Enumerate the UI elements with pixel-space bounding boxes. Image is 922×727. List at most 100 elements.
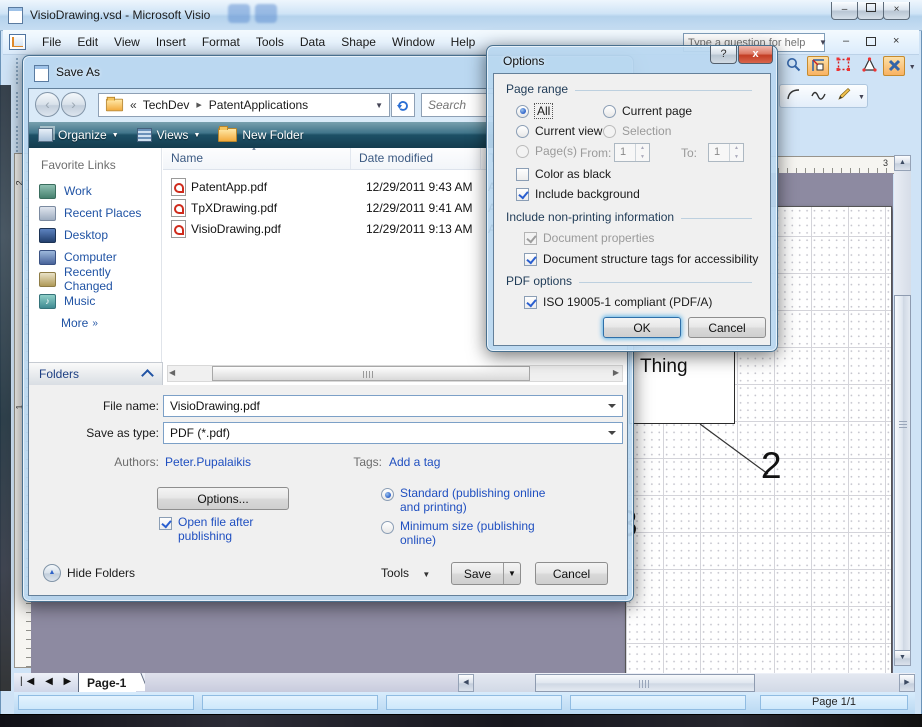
forward-button[interactable]: › <box>61 92 86 117</box>
menu-tools[interactable]: Tools <box>248 32 292 52</box>
current-page-radio[interactable] <box>603 105 616 118</box>
minimum-radio-row[interactable]: Minimum size (publishing online) <box>381 519 550 547</box>
minimize-button[interactable]: – <box>831 2 858 20</box>
restore-button[interactable] <box>857 2 884 20</box>
breadcrumb-separator-icon[interactable]: ▶ <box>196 101 201 109</box>
open-after-checkbox-row[interactable]: Open file after publishing <box>159 515 290 543</box>
ok-button[interactable]: OK <box>603 317 681 338</box>
menu-insert[interactable]: Insert <box>148 32 194 52</box>
save-cancel-button[interactable]: Cancel <box>535 562 608 585</box>
vertical-scroll-thumb[interactable] <box>894 295 911 651</box>
column-header-name[interactable]: Name ▲ <box>163 148 351 169</box>
list-horizontal-scrollbar[interactable]: ◀ ▶ <box>167 365 623 382</box>
thing-shape[interactable]: Thing <box>629 350 735 424</box>
close-button[interactable]: × <box>883 2 910 20</box>
selection-net-tool-icon[interactable] <box>833 56 855 76</box>
refresh-button[interactable] <box>391 93 415 117</box>
address-dropdown-icon[interactable]: ▼ <box>375 101 383 110</box>
doc-restore-icon[interactable] <box>866 37 876 49</box>
menu-window[interactable]: Window <box>384 32 443 52</box>
menu-file[interactable]: File <box>34 32 69 52</box>
list-scroll-thumb[interactable] <box>212 366 530 381</box>
sidebar-item-music[interactable]: ♪ Music <box>29 290 161 312</box>
views-button[interactable]: Views ▼ <box>128 122 210 148</box>
document-structure-checkbox[interactable] <box>524 253 537 266</box>
file-name-dropdown-icon[interactable] <box>608 404 616 412</box>
hide-folders-collapse-icon[interactable]: ▲ <box>43 564 61 582</box>
back-button[interactable]: ‹ <box>35 92 60 117</box>
arc-tool-icon[interactable] <box>782 86 804 106</box>
current-page-radio-row[interactable]: Current page <box>603 104 692 118</box>
file-name-combo[interactable] <box>163 395 623 417</box>
sidebar-item-recently-changed[interactable]: Recently Changed <box>29 268 161 290</box>
help-dropdown-icon[interactable]: ▼ <box>819 38 827 47</box>
to-up-icon[interactable]: ▲ <box>730 144 743 153</box>
ink-overflow-icon[interactable]: ▼ <box>858 94 865 101</box>
vertical-scrollbar[interactable]: ▲ ▼ <box>894 155 911 666</box>
include-background-row[interactable]: Include background <box>516 187 640 201</box>
authors-value-link[interactable]: Peter.Pupalaikis <box>165 455 251 469</box>
new-folder-button[interactable]: New Folder <box>209 122 312 148</box>
pencil-tool-icon[interactable] <box>833 86 855 106</box>
menu-format[interactable]: Format <box>194 32 248 52</box>
menu-help[interactable]: Help <box>443 32 484 52</box>
scroll-up-icon[interactable]: ▲ <box>894 155 911 171</box>
folders-expander[interactable]: Folders <box>29 362 163 385</box>
doc-close-icon[interactable]: × <box>893 35 899 47</box>
iso-compliant-checkbox[interactable] <box>524 296 537 309</box>
save-button[interactable]: Save <box>452 563 503 584</box>
from-spinner[interactable]: 1 ▲▼ <box>614 143 650 162</box>
document-structure-row[interactable]: Document structure tags for accessibilit… <box>524 252 758 266</box>
menu-shape[interactable]: Shape <box>333 32 384 52</box>
breadcrumb-techdev[interactable]: TechDev <box>143 98 190 112</box>
scroll-left-icon[interactable]: ◀ <box>458 674 474 692</box>
list-scroll-left-icon[interactable]: ◀ <box>169 368 175 377</box>
current-view-radio-row[interactable]: Current view <box>516 124 602 138</box>
options-button[interactable]: Options... <box>157 487 289 510</box>
all-radio-row[interactable]: All <box>516 104 552 118</box>
standard-radio[interactable] <box>381 488 394 501</box>
tags-value-link[interactable]: Add a tag <box>389 455 440 469</box>
selection-radio-row[interactable]: Selection <box>603 124 671 138</box>
sidebar-more-link[interactable]: More » <box>29 312 161 334</box>
menu-edit[interactable]: Edit <box>69 32 106 52</box>
column-header-date-modified[interactable]: Date modified <box>351 148 481 169</box>
freeform-tool-icon[interactable] <box>807 86 829 106</box>
connection-point-tool-icon[interactable] <box>807 56 829 76</box>
to-down-icon[interactable]: ▼ <box>730 153 743 162</box>
scroll-down-icon[interactable]: ▼ <box>894 650 911 666</box>
pages-radio-row[interactable]: Page(s) <box>516 144 577 158</box>
scroll-right-icon[interactable]: ▶ <box>899 674 915 692</box>
save-type-dropdown-icon[interactable] <box>608 431 616 439</box>
dialog-close-button[interactable]: x <box>738 46 773 64</box>
to-value[interactable]: 1 <box>709 144 729 161</box>
breadcrumb-prefix[interactable]: « <box>130 98 137 112</box>
save-dropdown-icon[interactable]: ▼ <box>503 563 520 584</box>
sidebar-item-work[interactable]: Work <box>29 180 161 202</box>
file-name-input[interactable] <box>164 399 604 413</box>
open-after-checkbox[interactable] <box>159 517 172 530</box>
callout-number-2[interactable]: 2 <box>761 445 782 487</box>
from-value[interactable]: 1 <box>615 144 635 161</box>
page-tab[interactable]: Page-1 <box>78 673 136 692</box>
save-type-combo[interactable] <box>163 422 623 444</box>
hide-folders-label[interactable]: Hide Folders <box>67 566 135 580</box>
options-cancel-button[interactable]: Cancel <box>688 317 766 338</box>
toolbar-overflow-icon[interactable]: ▼ <box>909 64 916 71</box>
to-spinner[interactable]: 1 ▲▼ <box>708 143 744 162</box>
triangle-tool-icon[interactable] <box>858 56 880 76</box>
breadcrumb-patentapplications[interactable]: PatentApplications <box>209 98 308 112</box>
zoom-tool-icon[interactable] <box>782 56 804 76</box>
from-down-icon[interactable]: ▼ <box>636 153 649 162</box>
iso-compliant-row[interactable]: ISO 19005-1 compliant (PDF/A) <box>524 295 712 309</box>
organize-button[interactable]: Organize ▼ <box>29 122 128 148</box>
sidebar-item-desktop[interactable]: Desktop <box>29 224 161 246</box>
document-properties-row[interactable]: Document properties <box>524 231 654 245</box>
selection-radio[interactable] <box>603 125 616 138</box>
dialog-help-button[interactable]: ? <box>710 46 737 64</box>
tools-menu-button[interactable]: Tools ▼ <box>381 566 430 580</box>
from-up-icon[interactable]: ▲ <box>636 144 649 153</box>
color-as-black-row[interactable]: Color as black <box>516 167 611 181</box>
menu-data[interactable]: Data <box>292 32 333 52</box>
all-radio[interactable] <box>516 105 529 118</box>
